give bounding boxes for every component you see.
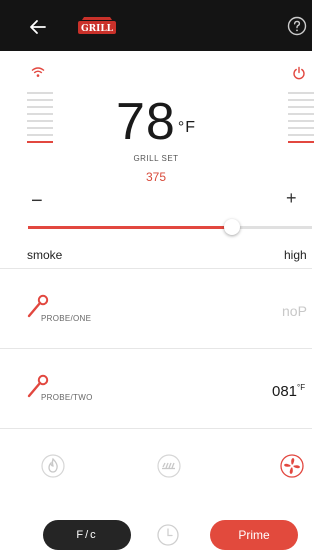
divider xyxy=(0,428,312,429)
prime-button[interactable]: Prime xyxy=(210,520,298,550)
probe-one-reading: noP xyxy=(282,303,307,319)
probe-two-reading: 081 xyxy=(272,383,298,400)
slider-thumb[interactable] xyxy=(224,219,241,235)
probe-two-label: PROBE/TWO xyxy=(41,393,93,402)
clock-icon[interactable] xyxy=(155,522,181,548)
probe-one-label: PROBE/ONE xyxy=(41,314,92,323)
logo-text: GRILL xyxy=(81,24,114,34)
slider-fill xyxy=(28,226,233,229)
back-arrow-icon[interactable] xyxy=(26,15,50,39)
grill-grate-icon[interactable] xyxy=(154,451,184,481)
grill-set-label: GRILL SET xyxy=(133,154,179,163)
power-icon[interactable] xyxy=(292,66,306,80)
grill-logo: GRILL xyxy=(78,17,116,34)
current-temperature: 78 °F xyxy=(0,92,312,152)
probe-one-value: noP xyxy=(282,303,307,319)
temperature-slider[interactable] xyxy=(28,218,312,238)
flame-icon[interactable] xyxy=(38,451,68,481)
wifi-icon xyxy=(31,67,45,77)
probe-two-unit: °F xyxy=(297,383,306,392)
divider xyxy=(0,348,312,349)
unit-toggle-button[interactable]: F/c xyxy=(43,520,131,550)
temperature-unit: °F xyxy=(177,119,196,136)
fan-icon[interactable] xyxy=(277,451,307,481)
temperature-value: 78 xyxy=(115,93,176,151)
high-label: high xyxy=(284,248,307,262)
smoke-label: smoke xyxy=(27,248,63,262)
grill-set-value: 375 xyxy=(145,170,167,184)
increase-button[interactable]: + xyxy=(286,188,297,209)
app-header: GRILL xyxy=(0,0,312,51)
decrease-button[interactable]: − xyxy=(31,190,43,213)
divider xyxy=(0,268,312,269)
help-icon[interactable] xyxy=(285,14,309,38)
probe-two-value: 081°F xyxy=(272,383,305,400)
